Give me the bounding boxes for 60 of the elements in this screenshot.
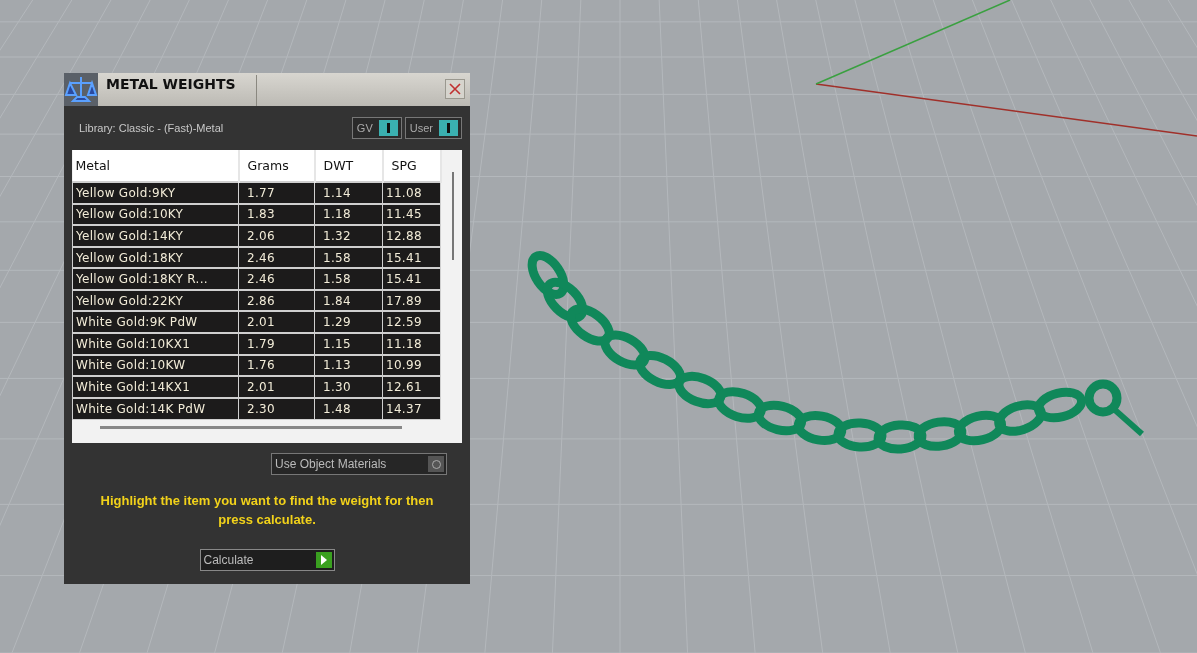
table-cell: 2.46: [238, 246, 315, 269]
library-label: Library: Classic - (Fast)-Metal: [78, 122, 224, 134]
table-cell: Yellow Gold:18KY R...: [72, 268, 239, 290]
toggle-button[interactable]: GV: [351, 117, 402, 139]
table-cell: 11.08: [382, 182, 441, 204]
table-cell: 15.41: [382, 268, 441, 290]
column-header[interactable]: DWT: [314, 150, 383, 182]
table-cell: 2.06: [238, 225, 315, 247]
play-icon: [319, 555, 328, 565]
table-cell: 1.48: [314, 397, 383, 420]
table-cell: Yellow Gold:14KY: [72, 225, 239, 247]
table-cell: 17.89: [382, 289, 441, 312]
column-header[interactable]: Metal: [72, 150, 239, 182]
table-cell: 2.46: [238, 268, 315, 290]
table-cell: 11.45: [382, 203, 441, 226]
table-cell: White Gold:10KX1: [72, 333, 239, 355]
table-cell: 12.88: [382, 225, 441, 247]
instruction-text: Highlight the item you want to find the weight for then press calculate.: [99, 492, 435, 529]
table-cell: 2.30: [238, 397, 315, 420]
table-cell: 12.61: [382, 376, 441, 398]
table-cell: 1.84: [314, 289, 383, 312]
close-button[interactable]: [445, 79, 465, 99]
scale-icon: [64, 73, 98, 106]
table-cell: 1.58: [314, 246, 383, 269]
table-cell: 10.99: [382, 354, 441, 377]
column-header[interactable]: SPG: [382, 150, 441, 182]
table-cell: Yellow Gold:18KY: [72, 246, 239, 269]
scrollbar-thumb[interactable]: [100, 426, 402, 429]
option-toggle[interactable]: Use Object Materials: [271, 453, 447, 475]
scrollbar-thumb[interactable]: [451, 172, 454, 260]
table-cell: 2.01: [238, 311, 315, 334]
calculate-button[interactable]: Calculate: [199, 549, 335, 571]
table-cell: 11.18: [382, 333, 441, 355]
table-cell: Yellow Gold:22KY: [72, 289, 239, 312]
table-cell: 1.58: [314, 268, 383, 290]
table-cell: White Gold:14K PdW: [72, 397, 239, 420]
table-cell: 14.37: [382, 397, 441, 420]
table-cell: White Gold:10KW: [72, 354, 239, 377]
table-cell: 1.79: [238, 333, 315, 355]
table-cell: 1.14: [314, 182, 383, 204]
column-header[interactable]: Grams: [238, 150, 315, 182]
toggle-button[interactable]: User: [404, 117, 462, 139]
table-cell: White Gold:9K PdW: [72, 311, 239, 334]
table-cell: 2.86: [238, 289, 315, 312]
table-cell: 15.41: [382, 246, 441, 269]
table-cell: 1.29: [314, 311, 383, 334]
window-title: METAL WEIGHTS: [105, 75, 237, 94]
table-cell: 1.83: [238, 203, 315, 226]
table-cell: Yellow Gold:9KY: [72, 182, 239, 204]
table-cell: White Gold:14KX1: [72, 376, 239, 398]
table-cell: 1.76: [238, 354, 315, 377]
table-cell: 1.13: [314, 354, 383, 377]
table-cell: 1.15: [314, 333, 383, 355]
table-cell: Yellow Gold:10KY: [72, 203, 239, 226]
table-cell: 1.30: [314, 376, 383, 398]
table-cell: 1.77: [238, 182, 315, 204]
table-cell: 1.18: [314, 203, 383, 226]
table-cell: 2.01: [238, 376, 315, 398]
table-cell: 1.32: [314, 225, 383, 247]
table-cell: 12.59: [382, 311, 441, 334]
